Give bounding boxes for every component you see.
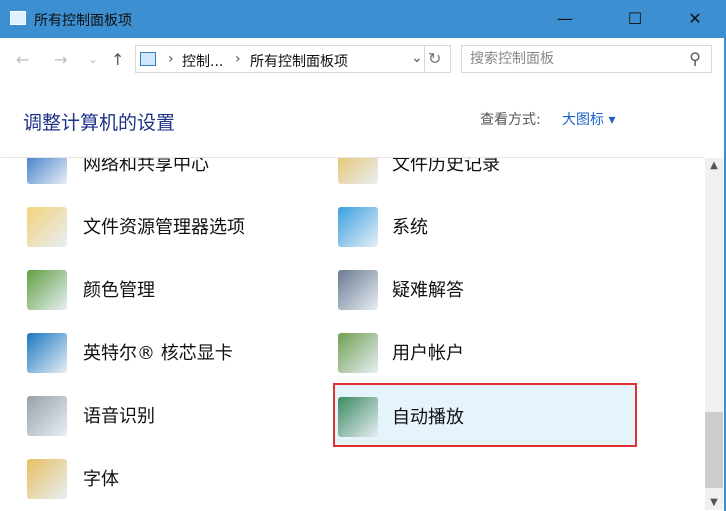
- item-label: 文件资源管理器选项: [83, 217, 245, 238]
- view-by-label: 查看方式:: [480, 112, 541, 128]
- item-label: 英特尔® 核芯显卡: [83, 343, 233, 364]
- item-label: 颜色管理: [83, 280, 155, 301]
- list-item[interactable]: 字体: [5, 447, 307, 509]
- scrollbar-thumb[interactable]: [705, 412, 723, 488]
- list-item[interactable]: 系统: [333, 195, 635, 257]
- page-title: 调整计算机的设置: [23, 112, 176, 134]
- file-history-icon: [338, 158, 378, 184]
- scroll-up-icon[interactable]: ▲: [705, 160, 723, 171]
- item-label: 字体: [83, 469, 119, 490]
- network-icon: [27, 158, 67, 184]
- back-button[interactable]: ←: [16, 50, 29, 69]
- system-icon: [338, 207, 378, 247]
- search-icon[interactable]: ⚲: [689, 49, 701, 68]
- title-bar: 所有控制面板项 — ☐ ✕: [0, 0, 726, 38]
- scroll-down-icon[interactable]: ▼: [705, 497, 723, 508]
- item-label: 疑难解答: [392, 280, 464, 301]
- breadcrumb-control-panel[interactable]: 控制...: [182, 51, 223, 71]
- intel-graphics-icon: [27, 333, 67, 373]
- list-item[interactable]: 英特尔® 核芯显卡: [5, 321, 307, 383]
- item-label: 用户帐户: [392, 343, 464, 364]
- control-panel-icon: [140, 52, 156, 66]
- item-label: 语音识别: [83, 406, 155, 427]
- vertical-scrollbar[interactable]: ▲ ▼: [705, 158, 723, 510]
- address-bar[interactable]: › 控制... › 所有控制面板项 ⌄ ↻: [135, 45, 451, 73]
- list-item[interactable]: 语音识别: [5, 384, 307, 446]
- refresh-button[interactable]: ↻: [428, 49, 441, 68]
- window-title: 所有控制面板项: [34, 13, 132, 29]
- control-panel-icon: [10, 11, 26, 25]
- breadcrumb-all-items[interactable]: 所有控制面板项: [250, 51, 348, 71]
- item-label: 文件历史记录: [392, 158, 500, 175]
- item-label: 系统: [392, 217, 428, 238]
- microphone-icon: [27, 396, 67, 436]
- minimize-button[interactable]: —: [542, 0, 588, 38]
- forward-button[interactable]: →: [54, 50, 67, 69]
- list-item[interactable]: 文件资源管理器选项: [5, 195, 307, 257]
- view-by-dropdown[interactable]: 大图标 ▾: [562, 109, 615, 129]
- list-item[interactable]: 用户帐户: [333, 321, 635, 383]
- folder-options-icon: [27, 207, 67, 247]
- address-dropdown-button[interactable]: ⌄: [411, 50, 423, 66]
- search-input[interactable]: [470, 46, 680, 72]
- item-label: 自动播放: [392, 407, 464, 428]
- list-item[interactable]: 文件历史记录: [333, 158, 635, 194]
- maximize-button[interactable]: ☐: [612, 0, 658, 38]
- list-item[interactable]: 自动播放: [333, 383, 637, 447]
- close-button[interactable]: ✕: [672, 0, 718, 38]
- list-item[interactable]: 网络和共享中心: [5, 158, 307, 194]
- troubleshooting-icon: [338, 270, 378, 310]
- autoplay-icon: [338, 397, 378, 437]
- fonts-icon: [27, 459, 67, 499]
- items-list: 网络和共享中心 文件历史记录文件资源管理器选项 系统颜色管理 疑难解答英特尔® 核芯显…: [1, 158, 704, 510]
- search-box[interactable]: ⚲: [461, 45, 712, 73]
- item-label: 网络和共享中心: [83, 158, 209, 175]
- recent-locations-button[interactable]: ⌄: [88, 52, 98, 66]
- user-accounts-icon: [338, 333, 378, 373]
- up-button[interactable]: ↑: [111, 50, 124, 69]
- list-item[interactable]: 颜色管理: [5, 258, 307, 320]
- list-item[interactable]: 疑难解答: [333, 258, 635, 320]
- color-management-icon: [27, 270, 67, 310]
